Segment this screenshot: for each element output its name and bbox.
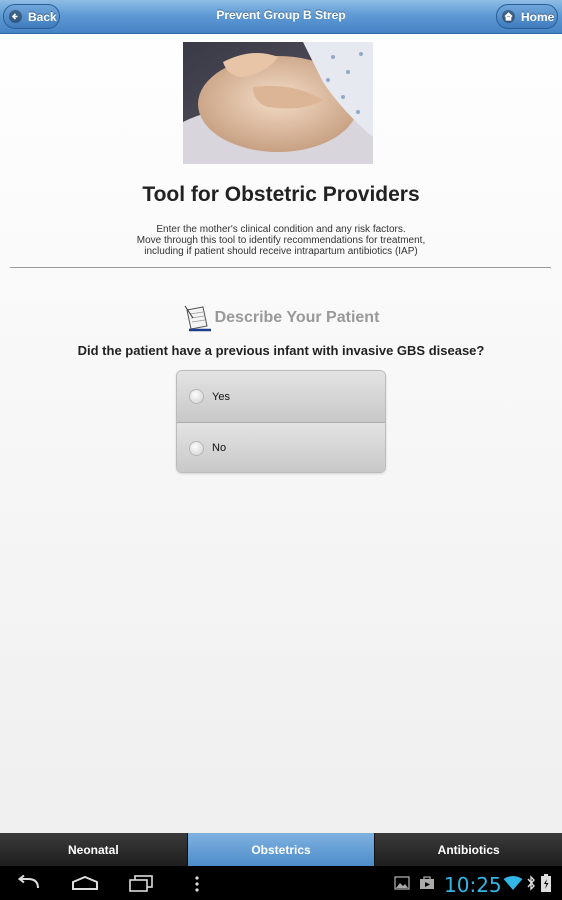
gallery-notification-icon — [394, 876, 410, 895]
recent-apps-icon[interactable] — [128, 875, 154, 897]
bluetooth-icon — [526, 875, 536, 896]
home-nav-icon[interactable] — [71, 875, 99, 896]
pregnant-patient-photo — [183, 42, 373, 164]
page-title: Tool for Obstetric Providers — [142, 183, 420, 206]
intro-line: Move through this tool to identify recom… — [136, 235, 426, 246]
intro-text: Enter the mother's clinical condition an… — [0, 224, 562, 257]
bottom-tab-bar: Neonatal Obstetrics Antibiotics — [0, 833, 562, 866]
option-label: Yes — [212, 390, 230, 403]
home-button-label: Home — [521, 9, 555, 24]
shop-notification-icon — [419, 875, 435, 895]
tab-obstetrics[interactable]: Obstetrics — [187, 833, 376, 866]
intro-line: Enter the mother's clinical condition an… — [156, 224, 406, 235]
divider — [10, 267, 551, 268]
back-nav-icon[interactable] — [16, 874, 42, 896]
answer-options: Yes No — [176, 370, 386, 473]
home-icon — [502, 10, 515, 23]
intro-line: including if patient should receive intr… — [144, 246, 418, 257]
battery-icon — [540, 874, 552, 897]
menu-dots-icon[interactable] — [194, 876, 200, 897]
status-clock: 10:25 — [444, 873, 502, 897]
wifi-icon — [503, 876, 523, 896]
system-navigation-bar: 10:25 — [0, 866, 562, 900]
radio-yes[interactable] — [189, 389, 204, 404]
app-header: Back Prevent Group B Strep Home — [0, 0, 562, 34]
option-no[interactable]: No — [177, 422, 385, 472]
option-yes[interactable]: Yes — [177, 371, 385, 422]
radio-no[interactable] — [189, 440, 204, 456]
section-heading-text: Describe Your Patient — [214, 309, 380, 326]
tab-antibiotics[interactable]: Antibiotics — [375, 833, 562, 866]
app-title: Prevent Group B Strep — [216, 8, 346, 22]
option-label: No — [212, 442, 227, 454]
tab-neonatal[interactable]: Neonatal — [0, 833, 188, 866]
home-button[interactable]: Home — [496, 4, 558, 29]
clipboard-pen-icon — [183, 304, 213, 332]
section-heading: Describe Your Patient — [0, 304, 562, 332]
question-text: Did the patient have a previous infant w… — [77, 343, 485, 358]
